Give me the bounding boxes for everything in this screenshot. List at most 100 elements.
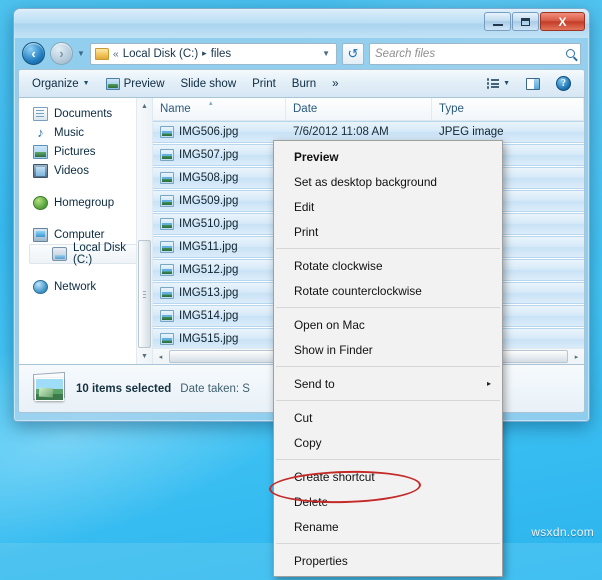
sort-ascending-icon: ▴	[209, 100, 213, 107]
menu-item-preview[interactable]: Preview	[274, 144, 502, 169]
menu-item-label: Rotate counterclockwise	[294, 283, 422, 298]
sidebar-item-local-disk[interactable]: Local Disk (C:)	[29, 242, 146, 266]
date-taken-label: Date taken: S	[180, 382, 250, 395]
menu-item-edit[interactable]: Edit	[274, 194, 502, 219]
menu-item-label: Print	[294, 224, 319, 239]
menu-item-send-to[interactable]: Send to ▸	[274, 371, 502, 396]
scroll-right-arrow-icon[interactable]: ▸	[569, 353, 584, 361]
sidebar-item-music[interactable]: ♪ Music	[19, 123, 152, 142]
file-name-label: IMG508.jpg	[179, 172, 239, 184]
menu-item-delete[interactable]: Delete	[274, 489, 502, 514]
file-name-cell[interactable]: IMG511.jpg	[153, 241, 286, 253]
file-name-cell[interactable]: IMG515.jpg	[153, 333, 286, 345]
minimize-button[interactable]	[484, 12, 511, 31]
menu-item-label: Edit	[294, 199, 315, 214]
jpeg-file-icon	[160, 287, 174, 299]
burn-label: Burn	[291, 77, 317, 90]
print-button[interactable]: Print	[245, 75, 283, 93]
sidebar-scrollbar[interactable]: ▲ ▼	[136, 98, 152, 364]
menu-item-label: Delete	[294, 494, 329, 509]
sidebar-item-label: Homegroup	[54, 196, 115, 209]
slideshow-button[interactable]: Slide show	[174, 75, 244, 93]
close-button[interactable]: X	[540, 12, 585, 31]
file-name-label: IMG510.jpg	[179, 218, 239, 230]
homegroup-icon	[33, 195, 48, 210]
breadcrumb-overflow-chevrons[interactable]: «	[113, 48, 119, 60]
document-icon	[33, 106, 48, 121]
network-icon	[33, 279, 48, 294]
back-button[interactable]: ‹	[22, 42, 45, 65]
navigation-pane: Documents ♪ Music Pictures Videos Homegr…	[19, 98, 153, 364]
sidebar-item-network[interactable]: Network	[19, 277, 152, 296]
file-name-cell[interactable]: IMG512.jpg	[153, 264, 286, 276]
file-name-cell[interactable]: IMG513.jpg	[153, 287, 286, 299]
sidebar-item-videos[interactable]: Videos	[19, 161, 152, 180]
menu-item-show-in-finder[interactable]: Show in Finder	[274, 337, 502, 362]
sidebar-item-pictures[interactable]: Pictures	[19, 142, 152, 161]
breadcrumb-item-files[interactable]: files	[211, 48, 231, 60]
menu-item-properties[interactable]: Properties	[274, 548, 502, 573]
chevron-down-icon: ▼	[82, 80, 90, 87]
more-commands-button[interactable]: »	[325, 75, 345, 93]
print-label: Print	[252, 77, 276, 90]
file-name-cell[interactable]: IMG509.jpg	[153, 195, 286, 207]
minimize-icon	[492, 23, 503, 26]
change-view-button[interactable]: ▼	[480, 75, 517, 92]
column-header-date[interactable]: Date	[286, 98, 432, 120]
menu-item-create-shortcut[interactable]: Create shortcut	[274, 464, 502, 489]
maximize-button[interactable]	[512, 12, 539, 31]
sidebar-item-label: Local Disk (C:)	[73, 242, 127, 266]
menu-separator	[276, 366, 500, 367]
refresh-button[interactable]: ↺	[342, 42, 364, 65]
breadcrumb-item-local-disk[interactable]: Local Disk (C:)	[123, 48, 198, 60]
sidebar-item-label: Videos	[54, 164, 89, 177]
help-button[interactable]: ?	[549, 73, 578, 94]
column-header-type[interactable]: Type	[432, 98, 584, 120]
menu-item-copy[interactable]: Copy	[274, 430, 502, 455]
window-controls: X	[484, 12, 585, 31]
chevron-down-icon[interactable]: ▼	[322, 49, 332, 58]
sidebar-item-documents[interactable]: Documents	[19, 104, 152, 123]
file-name-label: IMG514.jpg	[179, 310, 239, 322]
refresh-icon: ↺	[347, 45, 359, 61]
menu-item-rotate-counterclockwise[interactable]: Rotate counterclockwise	[274, 278, 502, 303]
search-box[interactable]	[369, 42, 581, 65]
organize-button[interactable]: Organize ▼	[25, 75, 97, 93]
folder-icon	[94, 47, 109, 60]
sidebar-item-label: Documents	[54, 107, 113, 120]
address-bar: ‹ › ▼ « Local Disk (C:) ▸ files ▼ ↺	[14, 38, 589, 69]
recent-pages-caret[interactable]: ▼	[77, 49, 85, 58]
watermark: wsxdn.com	[531, 525, 594, 539]
menu-item-rotate-clockwise[interactable]: Rotate clockwise	[274, 253, 502, 278]
menu-item-cut[interactable]: Cut	[274, 405, 502, 430]
search-input[interactable]	[375, 47, 566, 60]
column-header-name[interactable]: Name ▴	[153, 98, 286, 120]
menu-item-rename[interactable]: Rename	[274, 514, 502, 539]
scroll-down-arrow-icon[interactable]: ▼	[137, 348, 152, 364]
scroll-left-arrow-icon[interactable]: ◂	[153, 353, 168, 361]
file-name-label: IMG506.jpg	[179, 126, 239, 138]
forward-button[interactable]: ›	[50, 42, 73, 65]
preview-button[interactable]: Preview	[99, 75, 172, 93]
jpeg-file-icon	[160, 333, 174, 345]
jpeg-file-icon	[160, 241, 174, 253]
file-name-cell[interactable]: IMG508.jpg	[153, 172, 286, 184]
file-name-cell[interactable]: IMG514.jpg	[153, 310, 286, 322]
sidebar-scroll-thumb[interactable]	[138, 240, 151, 348]
file-name-cell[interactable]: IMG510.jpg	[153, 218, 286, 230]
slideshow-label: Slide show	[180, 77, 237, 90]
breadcrumb[interactable]: « Local Disk (C:) ▸ files ▼	[89, 42, 337, 65]
scroll-up-arrow-icon[interactable]: ▲	[137, 98, 152, 114]
burn-button[interactable]: Burn	[285, 75, 323, 93]
menu-item-open-on-mac[interactable]: Open on Mac	[274, 312, 502, 337]
menu-item-print[interactable]: Print	[274, 219, 502, 244]
file-name-cell[interactable]: IMG507.jpg	[153, 149, 286, 161]
sidebar-item-homegroup[interactable]: Homegroup	[19, 193, 152, 212]
preview-pane-button[interactable]	[519, 75, 547, 93]
menu-item-set-as-desktop-background[interactable]: Set as desktop background	[274, 169, 502, 194]
chevron-double-right-icon: »	[332, 77, 339, 90]
search-icon[interactable]	[566, 49, 575, 58]
file-name-cell[interactable]: IMG506.jpg	[153, 126, 286, 138]
command-toolbar: Organize ▼ Preview Slide show Print Burn…	[18, 69, 585, 97]
